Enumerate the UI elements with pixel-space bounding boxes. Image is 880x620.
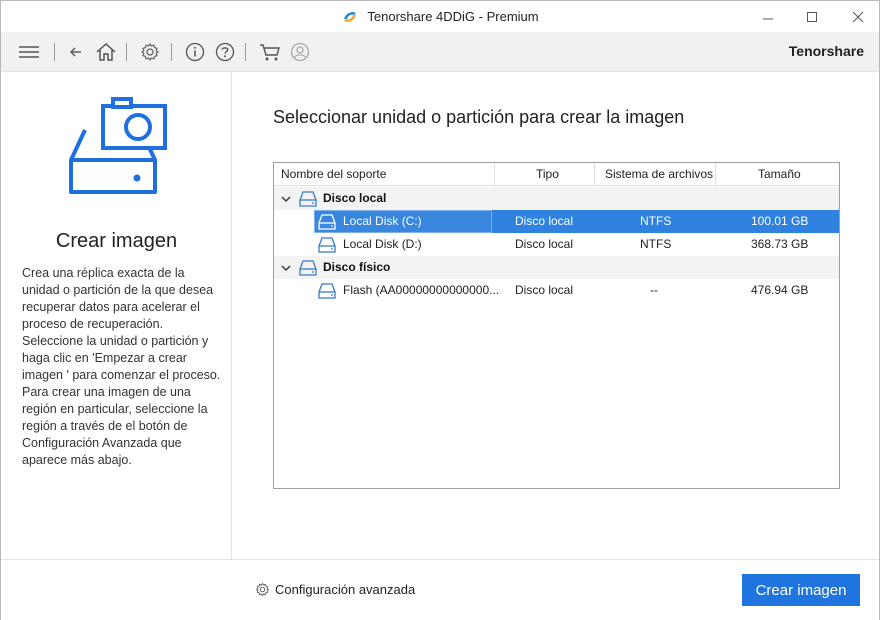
group-label: Disco físico [323,260,391,274]
drive-table: Nombre del soporte Tipo Sistema de archi… [273,162,840,489]
drive-name: Local Disk (D:) [343,237,422,251]
advanced-settings-label: Configuración avanzada [275,582,416,597]
page-title: Seleccionar unidad o partición para crea… [273,107,685,127]
toolbar-divider [126,43,127,61]
group-label: Disco local [323,191,387,205]
drive-type: Disco local [515,283,574,297]
brand-label: Tenorshare [788,43,864,59]
cart-icon [260,44,280,61]
maximize-icon [807,11,817,22]
help-button[interactable] [213,40,237,64]
app-window: Tenorshare 4DDiG - Premium Tenorshare Cr… [0,0,880,620]
back-icon [70,47,81,57]
back-button[interactable] [64,40,88,64]
drive-name: Flash (AA00000000000000... [343,283,500,297]
hard-drive-icon [318,237,336,253]
close-icon [852,11,864,22]
toolbar-divider [245,43,246,61]
drive-name: Local Disk (C:) [343,214,422,228]
column-header-type[interactable]: Tipo [536,163,559,186]
chevron-down-icon[interactable] [280,262,292,274]
app-logo-icon [344,11,357,22]
menu-button[interactable] [17,40,41,64]
table-row[interactable]: Flash (AA00000000000000... Disco local -… [274,279,839,302]
close-button[interactable] [835,1,880,32]
group-row-physical-disk[interactable]: Disco físico [274,256,839,279]
info-button[interactable] [183,40,207,64]
hard-drive-icon [318,214,336,230]
panel-description: Crea una réplica exacta de la unidad o p… [22,266,221,467]
minimize-icon [763,18,773,19]
maximize-button[interactable] [789,1,835,32]
group-row-local-disk[interactable]: Disco local [274,187,839,210]
hard-drive-icon [318,283,336,299]
settings-button[interactable] [138,40,162,64]
drive-filesystem: NTFS [640,214,672,228]
minimize-button[interactable] [745,1,791,32]
column-divider [594,163,595,186]
create-image-button[interactable]: Crear imagen [742,574,860,606]
disk-camera-icon [69,97,167,194]
home-icon [96,42,116,61]
column-divider [494,163,495,186]
column-divider [715,163,716,186]
table-row[interactable]: Local Disk (C:) Disco local NTFS 100.01 … [274,210,839,233]
account-icon [290,42,310,62]
title-bar: Tenorshare 4DDiG - Premium [1,1,879,32]
column-header-name[interactable]: Nombre del soporte [281,163,386,186]
toolbar-divider [54,43,55,61]
column-header-filesystem[interactable]: Sistema de archivos [605,163,713,186]
drive-type: Disco local [515,214,574,228]
settings-icon [255,582,270,597]
hard-drive-icon [299,260,317,276]
footer: Configuración avanzada Crear imagen [1,559,879,620]
home-button[interactable] [94,40,118,64]
chevron-down-icon[interactable] [280,193,292,205]
toolbar: Tenorshare [1,32,879,72]
table-row[interactable]: Local Disk (D:) Disco local NTFS 368.73 … [274,233,839,256]
table-header: Nombre del soporte Tipo Sistema de archi… [274,163,839,186]
account-button[interactable] [288,40,312,64]
hard-drive-icon [299,191,317,207]
advanced-settings-link[interactable]: Configuración avanzada [255,582,415,597]
toolbar-divider [171,43,172,61]
column-header-size[interactable]: Tamaño [758,163,801,186]
left-panel: Crear imagen Crea una réplica exacta de … [1,72,232,559]
drive-filesystem: NTFS [640,237,672,251]
cart-button[interactable] [258,40,282,64]
drive-filesystem: -- [650,283,658,297]
drive-size: 368.73 GB [751,237,809,251]
drive-size: 100.01 GB [751,214,809,228]
window-title: Tenorshare 4DDiG - Premium [367,9,539,24]
info-icon [185,42,205,62]
menu-icon [19,46,39,58]
help-icon [215,42,235,62]
settings-icon [140,43,160,61]
drive-type: Disco local [515,237,574,251]
drive-size: 476.94 GB [751,283,809,297]
panel-title: Crear imagen [55,230,178,252]
